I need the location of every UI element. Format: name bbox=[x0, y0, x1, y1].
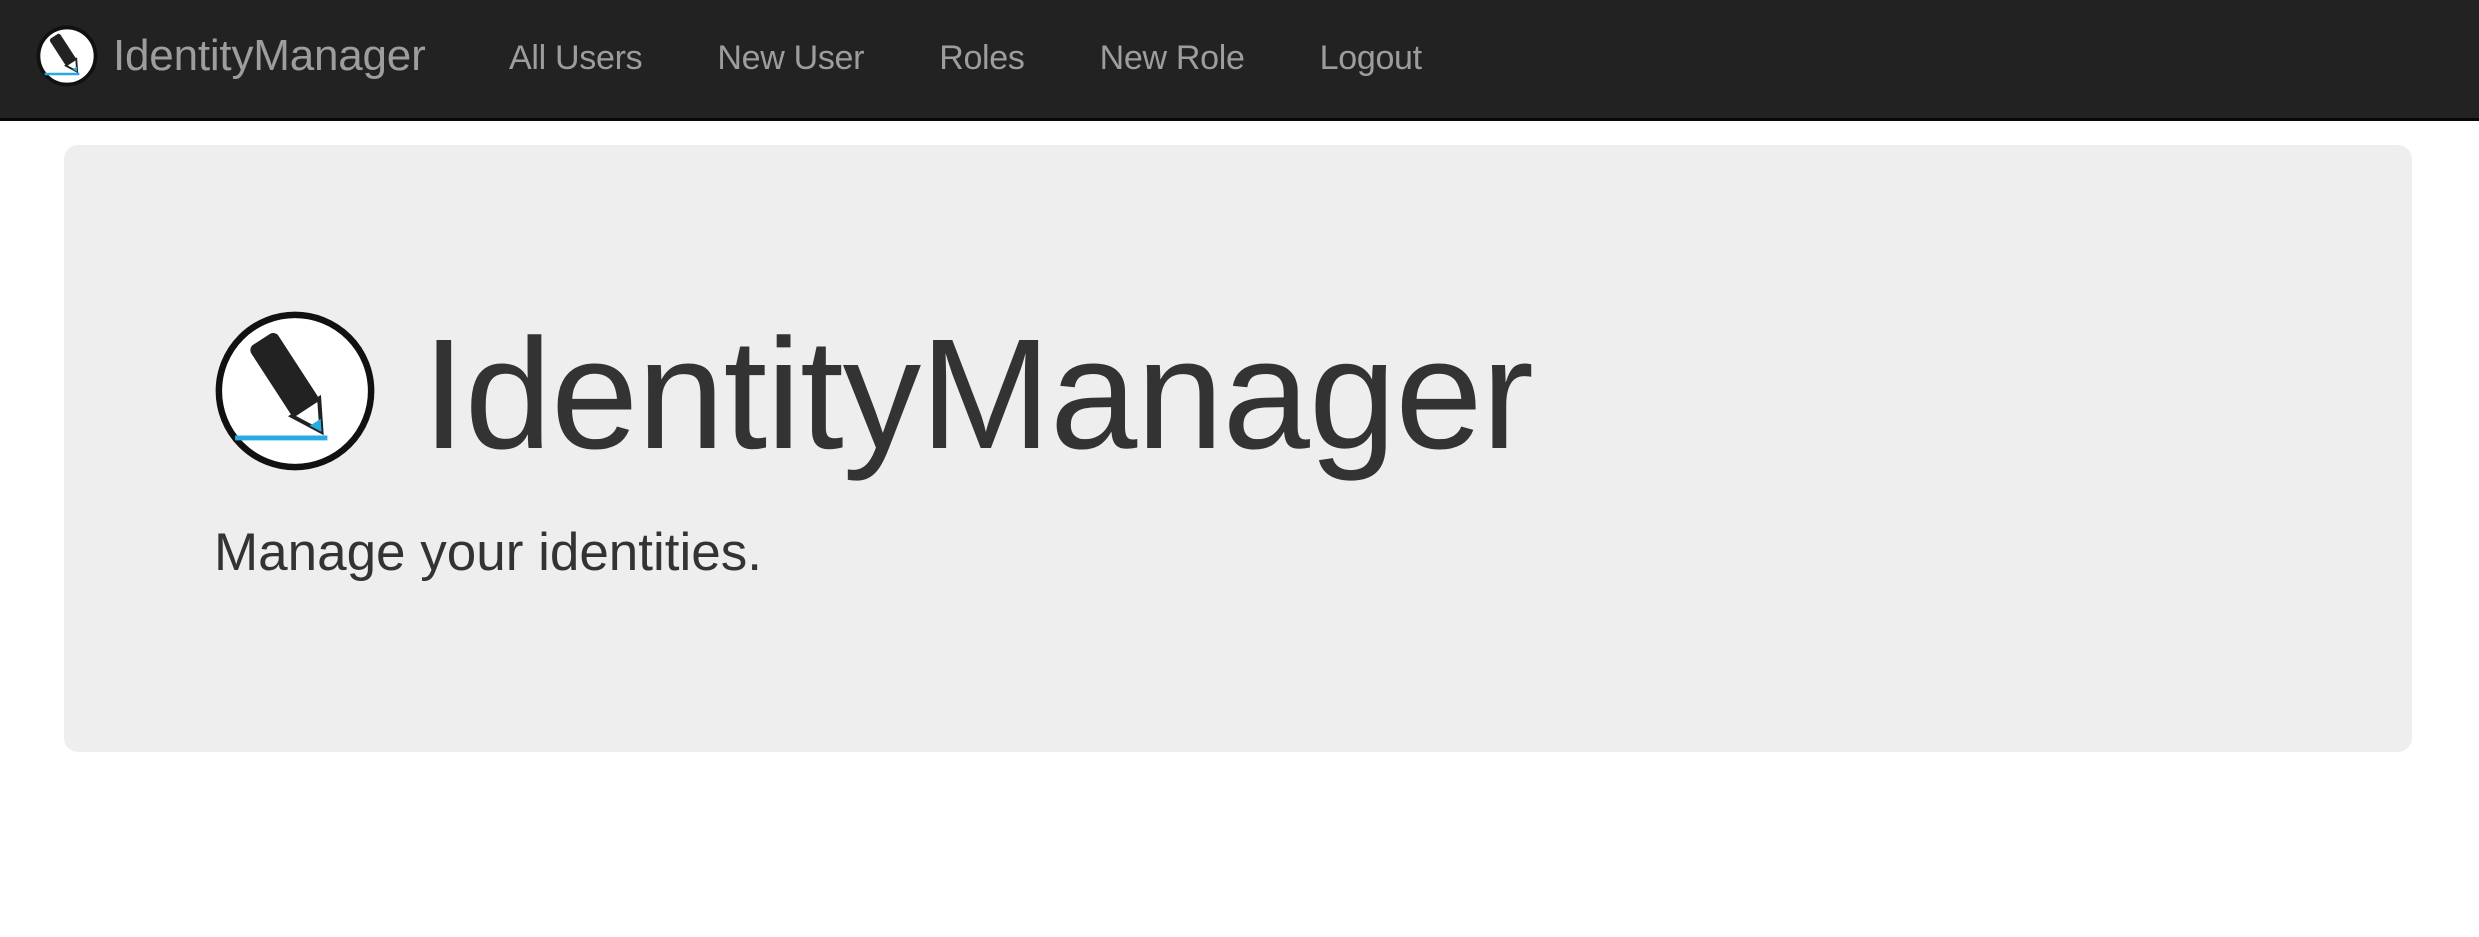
hero-jumbotron: IdentityManager Manage your identities. bbox=[64, 145, 2412, 752]
nav-logout[interactable]: Logout bbox=[1320, 39, 1423, 77]
nav-new-user[interactable]: New User bbox=[717, 39, 864, 77]
brand-link[interactable]: IdentityManager bbox=[36, 25, 426, 87]
brand-name: IdentityManager bbox=[113, 31, 426, 80]
main-nav: All Users New User Roles New Role Logout bbox=[509, 30, 1497, 86]
top-navbar: IdentityManager All Users New User Roles… bbox=[0, 0, 2479, 121]
pen-circle-logo-icon bbox=[215, 311, 375, 471]
pen-circle-logo-icon bbox=[36, 25, 98, 87]
nav-new-role[interactable]: New Role bbox=[1100, 39, 1245, 77]
page-title: IdentityManager bbox=[422, 307, 1534, 482]
page-subtitle: Manage your identities. bbox=[214, 523, 762, 582]
nav-all-users[interactable]: All Users bbox=[509, 39, 643, 77]
nav-roles[interactable]: Roles bbox=[939, 39, 1025, 77]
